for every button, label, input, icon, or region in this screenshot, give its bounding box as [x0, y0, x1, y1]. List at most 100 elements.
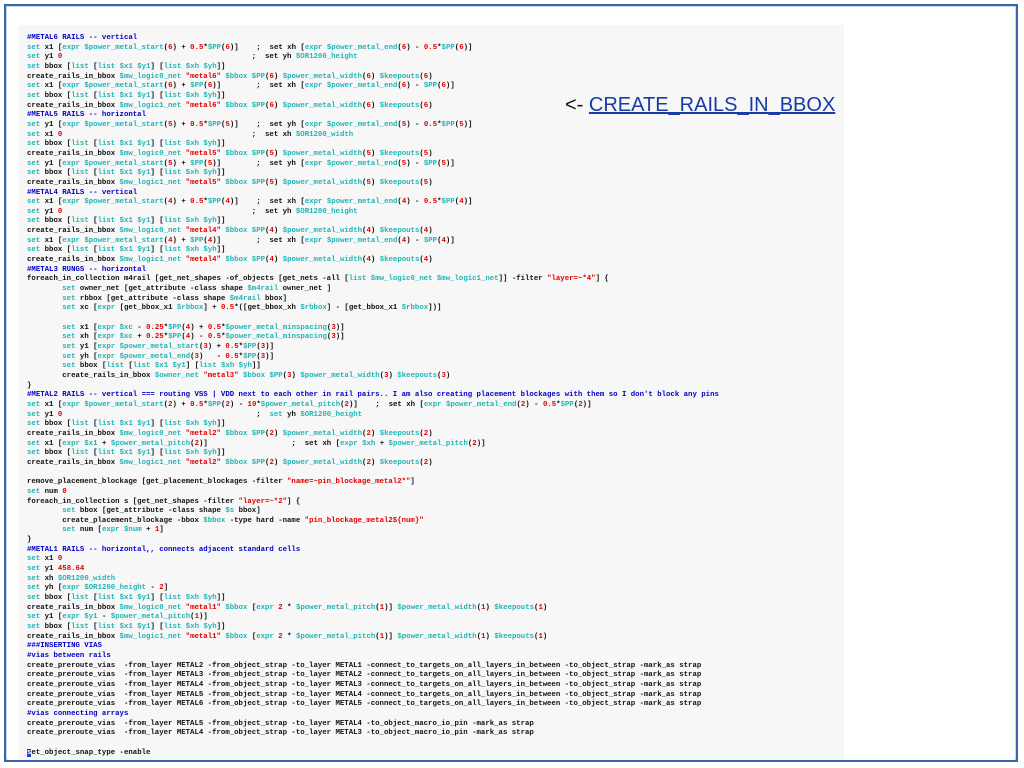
code-token: set: [27, 487, 41, 496]
code-token: list: [97, 62, 116, 71]
code-token: $bbox $PP: [225, 227, 266, 236]
code-token: expr: [256, 603, 274, 612]
code-line: set y1 [expr $power_metal_start(5) + $PP…: [27, 160, 844, 170]
slide: #METAL6 RAILS -- vertical set x1 [expr $p…: [8, 8, 1014, 760]
code-line: set bbox [list [list $x1 $y1] [list $xh …: [27, 420, 844, 430]
code-token: $power_metal_pitch: [260, 400, 341, 409]
code-token: list: [71, 623, 89, 632]
code-token: set: [27, 574, 41, 583]
code-token: list: [97, 420, 116, 429]
code-token: ) -: [406, 236, 424, 245]
code-line: create_rails_in_bbox $mw_logic1_net "met…: [27, 633, 844, 643]
code-token: #METAL3 RUNGS -- horizontal: [27, 265, 146, 274]
code-token: $PP: [441, 43, 455, 52]
code-token: list: [163, 623, 182, 632]
code-token: y1: [40, 53, 58, 62]
code-token: $xh $yh: [185, 62, 217, 71]
code-token: [: [88, 217, 98, 226]
code-token: [: [88, 62, 98, 71]
code-token: foreach_in_collection s [get_net_shapes …: [27, 497, 239, 506]
create-rails-in-bbox-link[interactable]: CREATE_RAILS_IN_BBOX: [589, 94, 835, 116]
code-token: ): [370, 178, 380, 187]
code-token: set: [27, 555, 41, 564]
code-token: ) -: [229, 400, 248, 409]
code-token: create_preroute_vias -from_layer METAL2 …: [27, 661, 702, 670]
code-token: ): [273, 101, 283, 110]
code-token: 0: [62, 487, 67, 496]
code-token: $PP: [207, 400, 222, 409]
code-token: y1 [: [75, 343, 98, 351]
code-token: create_preroute_vias -from_layer METAL5 …: [27, 690, 702, 699]
code-token: 0.5: [542, 400, 557, 409]
code-token: list: [71, 420, 89, 429]
code-token: "metal5": [185, 178, 221, 187]
code-token: ): [370, 256, 380, 265]
code-token: $bbox $PP: [225, 458, 266, 467]
code-token: $x1 $y1: [119, 623, 151, 632]
code-token: bbox [: [40, 140, 72, 149]
code-token: )]: [265, 352, 274, 361]
code-token: [: [88, 623, 98, 632]
code-token: x1 [: [40, 43, 63, 52]
code-token: [: [88, 140, 98, 149]
code-token: x1: [40, 130, 58, 139]
code-token: )] ; set xh [: [229, 43, 305, 52]
code-token: xc [: [75, 304, 98, 313]
code-line: set x1 [expr $power_metal_start(4) + $PP…: [27, 237, 844, 247]
code-token: 0.5: [190, 43, 204, 52]
code-token: list: [97, 449, 116, 458]
code-line: set_object_snap_type -enable: [27, 748, 844, 759]
code-token: #METAL4 RAILS -- vertical: [27, 188, 138, 197]
code-token: expr: [62, 120, 80, 129]
code-token: $power_metal_pitch: [110, 439, 191, 448]
code-token: bbox]: [234, 507, 261, 516]
code-line: set bbox [list [list $x1 $y1] [list $xh …: [27, 623, 844, 633]
code-token: $x1 $y1: [119, 420, 151, 429]
code-token: )]: [198, 613, 208, 622]
tcl-script-code: #METAL6 RAILS -- vertical set x1 [expr $p…: [18, 25, 844, 758]
code-token: create_rails_in_bbox: [27, 72, 120, 81]
code-token: $power_metal_width: [282, 227, 363, 236]
code-token: expr: [97, 333, 116, 342]
code-token: 0.25: [146, 323, 164, 332]
code-token: $PP: [423, 236, 438, 245]
code-token: -: [146, 584, 160, 593]
code-token: )]: [463, 120, 473, 129]
code-line: set num [expr $num + 1]: [27, 526, 844, 536]
code-token: ]: [410, 478, 415, 487]
code-line: create_rails_in_bbox $mw_logic0_net "met…: [27, 227, 844, 237]
code-token: 0.25: [146, 333, 164, 342]
code-line: set yh [expr $OR1200_height - 2]: [27, 584, 844, 594]
code-token: ) +: [172, 82, 191, 91]
code-line: create_preroute_vias -from_layer METAL3 …: [27, 671, 844, 681]
code-token: $OR1200_height: [295, 53, 358, 62]
code-token: ) -: [406, 120, 424, 129]
code-token: $mw_logic0_net: [119, 149, 182, 158]
code-line: create_preroute_vias -from_layer METAL6 …: [27, 700, 844, 710]
code-token: $power_metal_end: [119, 352, 191, 361]
code-token: $rbbox: [401, 304, 429, 313]
code-token: )]: [445, 236, 455, 245]
code-token: set: [62, 526, 76, 535]
code-token: set: [27, 169, 41, 178]
code-line: create_preroute_vias -from_layer METAL4 …: [27, 681, 844, 691]
code-token: set: [27, 159, 41, 168]
code-token: "metal4": [185, 227, 221, 236]
code-token: bbox [get_attribute -class shape: [75, 507, 226, 516]
code-token: $owner_net: [154, 371, 199, 380]
code-token: set: [27, 53, 41, 62]
code-token: $power_metal_start: [84, 159, 164, 168]
code-token: expr: [304, 198, 323, 207]
code-panel[interactable]: #METAL6 RAILS -- vertical set x1 [expr $p…: [18, 25, 844, 760]
code-line: create_rails_in_bbox $mw_logic0_net "met…: [27, 604, 844, 614]
code-token: 458.64: [57, 565, 85, 574]
code-token: $keepouts: [494, 603, 535, 612]
code-token: ] [: [150, 449, 164, 458]
code-token: $x1 $y1: [119, 594, 151, 603]
code-token: $bbox $PP: [243, 371, 283, 380]
code-token: )] ; set yh [: [212, 159, 305, 168]
